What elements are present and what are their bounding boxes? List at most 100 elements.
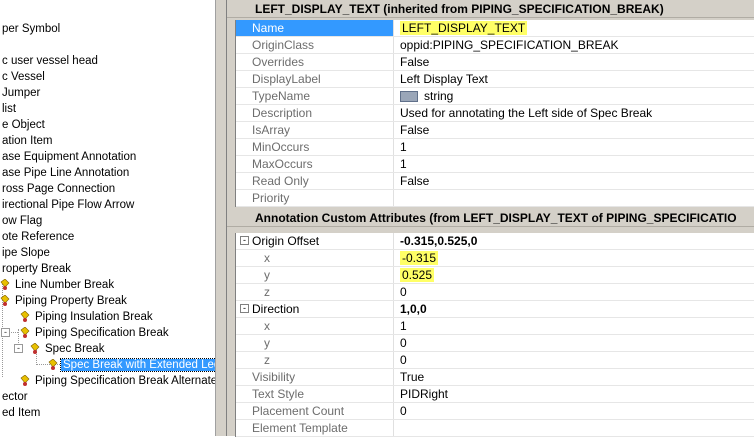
property-value[interactable]: LEFT_DISPLAY_TEXT <box>398 20 754 36</box>
property-group-row[interactable]: - Origin Offset -0.315,0.525,0 <box>236 233 754 250</box>
section-header-inherited: LEFT_DISPLAY_TEXT (inherited from PIPING… <box>227 0 754 18</box>
property-row[interactable]: x 1 <box>236 318 754 335</box>
tree-item[interactable]: Piping Insulation Break <box>20 309 155 325</box>
property-value[interactable]: 1 <box>398 318 754 334</box>
property-value[interactable]: oppid:PIPING_SPECIFICATION_BREAK <box>398 37 754 53</box>
property-value[interactable] <box>398 190 754 206</box>
property-value[interactable]: False <box>398 173 754 189</box>
property-row[interactable]: Placement Count 0 <box>236 403 754 420</box>
tree-item[interactable]: c Vessel <box>0 69 47 85</box>
property-name: x <box>236 250 394 266</box>
property-value[interactable]: Used for annotating the Left side of Spe… <box>398 105 754 121</box>
highlighted-value: -0.315 <box>400 251 439 265</box>
property-row[interactable]: Priority <box>236 190 754 207</box>
property-group-name: - Direction <box>236 301 394 317</box>
class-icon <box>20 374 30 386</box>
panel-splitter[interactable] <box>215 0 227 436</box>
highlighted-value: LEFT_DISPLAY_TEXT <box>400 21 528 35</box>
tree-item[interactable]: ipe Slope <box>0 245 52 261</box>
tree-item[interactable]: ase Equipment Annotation <box>0 149 138 165</box>
property-row[interactable]: z 0 <box>236 352 754 369</box>
property-row[interactable]: Description Used for annotating the Left… <box>236 105 754 122</box>
property-name: Name <box>236 20 394 36</box>
highlighted-value: 0.525 <box>400 268 435 282</box>
tree-item[interactable]: Piping Property Break <box>0 293 129 309</box>
inherited-properties-table: Name LEFT_DISPLAY_TEXT OriginClass oppid… <box>235 20 754 207</box>
property-value[interactable]: PIDRight <box>398 386 754 402</box>
tree-item[interactable]: ed Item <box>0 405 42 421</box>
property-row[interactable]: Overrides False <box>236 54 754 71</box>
tree-item[interactable]: ase Pipe Line Annotation <box>0 165 131 181</box>
collapse-toggle[interactable]: - <box>240 304 249 313</box>
tree-item[interactable]: Line Number Break <box>0 277 116 293</box>
property-row[interactable]: z 0 <box>236 284 754 301</box>
class-icon <box>20 310 30 322</box>
collapse-toggle[interactable]: - <box>14 344 23 353</box>
property-group-row[interactable]: - Direction 1,0,0 <box>236 301 754 318</box>
property-row[interactable]: Name LEFT_DISPLAY_TEXT <box>236 20 754 37</box>
tree-item[interactable]: irectional Pipe Flow Arrow <box>0 197 136 213</box>
property-row[interactable]: TypeName string <box>236 88 754 105</box>
property-value[interactable]: -0.315 <box>398 250 754 266</box>
tree-item[interactable]: c user vessel head <box>0 53 100 69</box>
property-name: TypeName <box>236 88 394 104</box>
section-header-custom-attributes: Annotation Custom Attributes (from LEFT_… <box>227 209 754 227</box>
tree-item-selected[interactable]: Spec Break with Extended Leg <box>48 357 215 373</box>
property-name: Priority <box>236 190 394 206</box>
property-value[interactable]: False <box>398 54 754 70</box>
property-value[interactable]: 1 <box>398 156 754 172</box>
property-row[interactable]: Element Template <box>236 420 754 437</box>
class-icon <box>30 342 40 354</box>
property-row[interactable]: Visibility True <box>236 369 754 386</box>
property-row[interactable]: OriginClass oppid:PIPING_SPECIFICATION_B… <box>236 37 754 54</box>
property-value[interactable]: False <box>398 122 754 138</box>
collapse-toggle[interactable]: - <box>1 328 10 337</box>
tree-item[interactable]: Spec Break <box>30 341 106 357</box>
property-name: x <box>236 318 394 334</box>
property-value[interactable]: 0.525 <box>398 267 754 283</box>
property-value[interactable]: 0 <box>398 284 754 300</box>
property-row[interactable]: y 0 <box>236 335 754 352</box>
class-icon <box>20 326 30 338</box>
property-value[interactable]: 0 <box>398 335 754 351</box>
property-row[interactable]: MinOccurs 1 <box>236 139 754 156</box>
property-name: y <box>236 335 394 351</box>
property-name: IsArray <box>236 122 394 138</box>
property-value[interactable] <box>398 420 754 436</box>
property-value[interactable]: 1,0,0 <box>398 301 754 317</box>
property-value[interactable]: -0.315,0.525,0 <box>398 233 754 249</box>
property-row[interactable]: y 0.525 <box>236 267 754 284</box>
property-name: Read Only <box>236 173 394 189</box>
tree-item[interactable]: roperty Break <box>0 261 73 277</box>
tree-item[interactable]: ross Page Connection <box>0 181 117 197</box>
tree-item[interactable]: Piping Specification Break <box>20 325 171 341</box>
property-name: DisplayLabel <box>236 71 394 87</box>
property-row[interactable]: DisplayLabel Left Display Text <box>236 71 754 88</box>
type-icon <box>400 91 418 103</box>
property-row[interactable]: Read Only False <box>236 173 754 190</box>
collapse-toggle[interactable]: - <box>240 236 249 245</box>
tree-item[interactable]: ote Reference <box>0 229 76 245</box>
property-value[interactable]: 1 <box>398 139 754 155</box>
tree-item[interactable]: per Symbol <box>0 21 62 37</box>
property-value[interactable]: string <box>398 88 754 104</box>
property-value[interactable]: True <box>398 369 754 385</box>
property-row[interactable]: IsArray False <box>236 122 754 139</box>
tree-item[interactable]: list <box>0 101 18 117</box>
tree-item[interactable]: ow Flag <box>0 213 44 229</box>
tree-item[interactable]: e Object <box>0 117 47 133</box>
property-value[interactable]: 0 <box>398 403 754 419</box>
property-row[interactable]: x -0.315 <box>236 250 754 267</box>
property-grid[interactable]: LEFT_DISPLAY_TEXT (inherited from PIPING… <box>227 0 754 437</box>
tree-item[interactable]: Piping Specification Break Alternate <box>20 373 215 389</box>
property-row[interactable]: MaxOccurs 1 <box>236 156 754 173</box>
property-value[interactable]: 0 <box>398 352 754 368</box>
property-value[interactable]: Left Display Text <box>398 71 754 87</box>
property-group-name: - Origin Offset <box>236 233 394 249</box>
tree-item[interactable]: ector <box>0 389 30 405</box>
tree-item[interactable]: Jumper <box>0 85 42 101</box>
tree-item[interactable]: ation Item <box>0 133 55 149</box>
property-row[interactable]: Text Style PIDRight <box>236 386 754 403</box>
property-name: z <box>236 284 394 300</box>
class-tree-panel[interactable]: per Symbol c user vessel head c Vessel J… <box>0 0 215 436</box>
